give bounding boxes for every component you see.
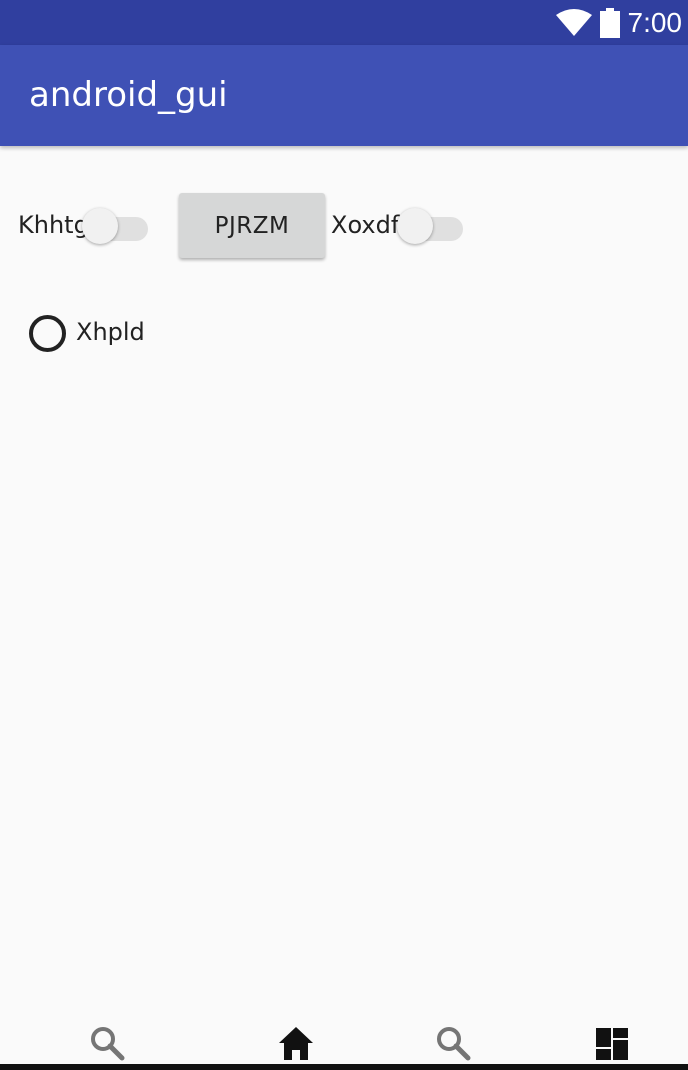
- switch-xoxdf-label: Xoxdf: [331, 211, 400, 239]
- app-title: android_gui: [29, 75, 228, 115]
- search-icon[interactable]: [434, 1024, 474, 1064]
- switch-xoxdf[interactable]: [397, 205, 465, 245]
- dashboard-icon[interactable]: [592, 1024, 632, 1064]
- switch-khhtg-label: Khhtg: [18, 211, 89, 239]
- app-screen: 7:00 android_gui Khhtg PJRZM Xoxdf Xhpld: [0, 0, 688, 1070]
- switch-khhtg[interactable]: [82, 205, 150, 245]
- status-icons: 7:00: [555, 0, 683, 45]
- radio-xhpld-label: Xhpld: [76, 318, 145, 346]
- status-time: 7:00: [627, 6, 683, 38]
- search-icon[interactable]: [88, 1024, 128, 1064]
- radio-xhpld[interactable]: [29, 315, 66, 352]
- screen-bottom-edge: [0, 1064, 688, 1070]
- pjrzm-button[interactable]: PJRZM: [179, 193, 325, 258]
- home-icon[interactable]: [276, 1024, 316, 1064]
- app-bar: android_gui: [0, 45, 688, 146]
- battery-icon: [599, 7, 620, 38]
- bottom-navigation: [0, 1012, 688, 1064]
- status-bar: 7:00: [0, 0, 688, 45]
- switch-thumb: [397, 208, 433, 244]
- switch-thumb: [82, 208, 118, 244]
- wifi-icon: [555, 8, 592, 36]
